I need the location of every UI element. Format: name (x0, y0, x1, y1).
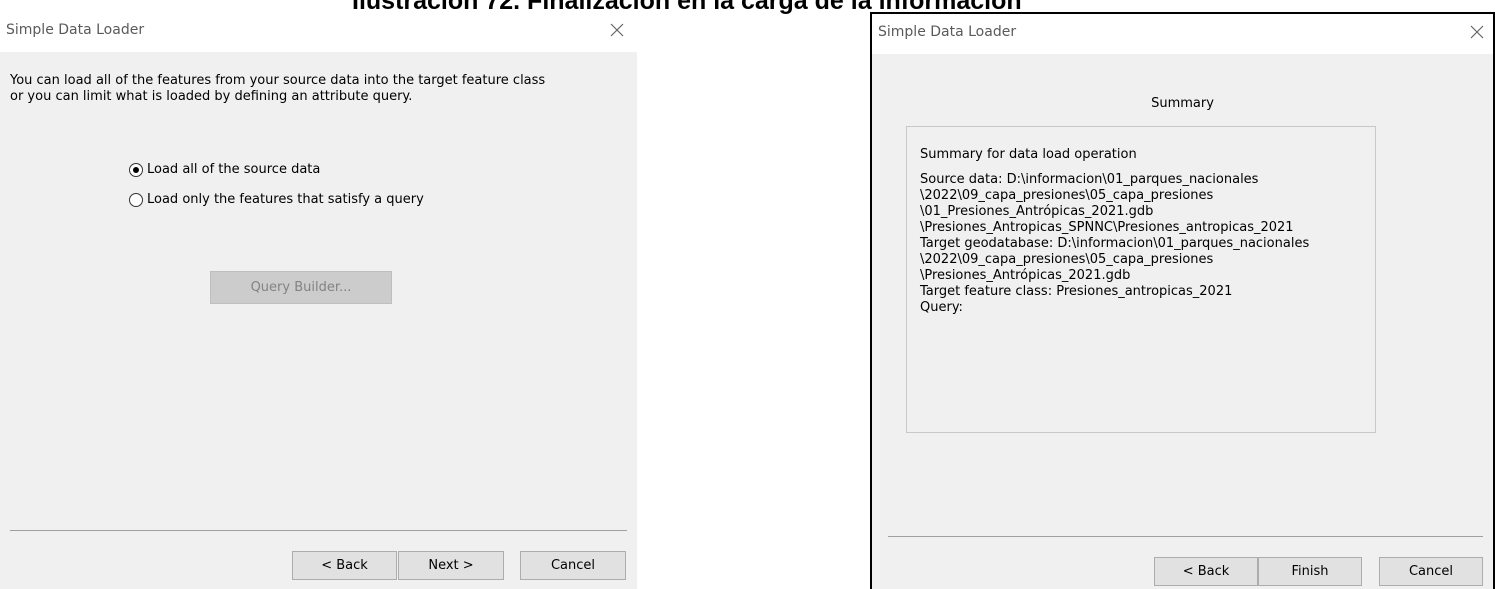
summary-line: \Presiones_Antropicas_SPNNC\Presiones_an… (920, 220, 1294, 235)
summary-text: Summary for data load operation Source d… (920, 147, 1309, 316)
radio-load-all[interactable]: Load all of the source data (129, 162, 320, 177)
radio-load-all-label: Load all of the source data (147, 162, 321, 177)
radio-selected-icon[interactable] (129, 162, 143, 177)
radio-unselected-icon[interactable] (129, 192, 143, 207)
dialog-title: Simple Data Loader (6, 22, 145, 38)
summary-line: \Presiones_Antrópicas_2021.gdb (920, 268, 1131, 283)
back-button[interactable]: < Back (292, 551, 397, 580)
radio-load-query-label: Load only the features that satisfy a qu… (147, 192, 424, 207)
query-builder-button[interactable]: Query Builder... (210, 271, 392, 304)
title-bar: Simple Data Loader (872, 14, 1493, 54)
radio-load-query[interactable]: Load only the features that satisfy a qu… (129, 192, 424, 207)
summary-line: \2022\09_capa_presiones\05_capa_presione… (920, 252, 1214, 267)
summary-line: \2022\09_capa_presiones\05_capa_presione… (920, 188, 1214, 203)
cancel-button[interactable]: Cancel (520, 551, 626, 580)
back-button[interactable]: < Back (1154, 557, 1258, 586)
dialog-title: Simple Data Loader (878, 24, 1017, 40)
finish-button[interactable]: Finish (1258, 557, 1362, 586)
intro-text: You can load all of the features from yo… (10, 73, 546, 104)
title-bar: Simple Data Loader (0, 12, 637, 52)
summary-line: Source data: D:\informacion\01_parques_n… (920, 172, 1259, 187)
summary-line: Query: (920, 300, 963, 315)
close-icon[interactable] (609, 22, 625, 38)
separator (10, 530, 627, 531)
summary-heading: Summary (1151, 96, 1214, 111)
cancel-button[interactable]: Cancel (1379, 557, 1483, 586)
summary-box: Summary for data load operation Source d… (906, 126, 1376, 433)
summary-line: Target geodatabase: D:\informacion\01_pa… (920, 236, 1310, 251)
summary-line: Summary for data load operation (920, 147, 1137, 162)
summary-line: Target feature class: Presiones_antropic… (920, 284, 1233, 299)
simple-data-loader-dialog-summary: Simple Data Loader Summary Summary for d… (870, 12, 1495, 589)
separator (888, 536, 1483, 537)
summary-line: \01_Presiones_Antrópicas_2021.gdb (920, 204, 1154, 219)
close-icon[interactable] (1469, 24, 1485, 40)
next-button[interactable]: Next > (398, 551, 504, 580)
simple-data-loader-dialog-query: Simple Data Loader You can load all of t… (0, 12, 637, 589)
